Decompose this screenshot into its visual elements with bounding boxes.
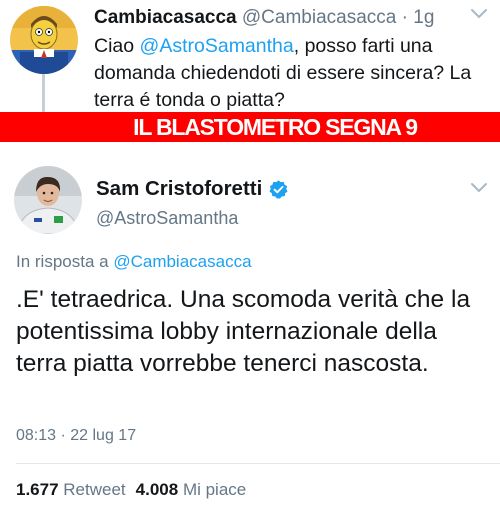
reply-to-mention-link[interactable]: @Cambiacasacca bbox=[113, 252, 251, 271]
reply-author-name[interactable]: Cambiacasacca bbox=[94, 7, 237, 28]
reply-tweet-text: Ciao @AstroSamantha, posso farti una dom… bbox=[94, 33, 489, 114]
chevron-down-icon[interactable] bbox=[468, 6, 490, 22]
blastometer-banner: IL BLASTOMETRO SEGNA 9 bbox=[0, 112, 500, 142]
verified-badge-icon bbox=[268, 179, 289, 200]
astronaut-avatar-icon[interactable] bbox=[14, 166, 82, 234]
banner-text: IL BLASTOMETRO SEGNA 9 bbox=[133, 114, 418, 140]
main-tweet-text: .E' tetraedrica. Una scomoda verità che … bbox=[16, 286, 471, 377]
tweet-stats: 1.677 Retweet 4.008 Mi piace bbox=[16, 478, 246, 502]
reply-to-label: In risposta a bbox=[16, 252, 114, 271]
likes-label: Mi piace bbox=[182, 480, 247, 499]
main-author-row: Sam Cristoforetti bbox=[96, 176, 289, 202]
cartoon-avatar-icon[interactable] bbox=[10, 6, 78, 74]
retweets-count: 1.677 bbox=[16, 480, 59, 499]
reply-author-handle[interactable]: @Cambiacasacca bbox=[242, 7, 396, 28]
in-reply-to: In risposta a @Cambiacasacca bbox=[16, 250, 252, 274]
reply-tweet-time: · 1g bbox=[401, 7, 435, 28]
retweets-stat[interactable]: 1.677 Retweet bbox=[16, 480, 126, 499]
reply-tweet-header: Cambiacasacca @Cambiacasacca · 1g bbox=[94, 6, 486, 30]
main-author-name[interactable]: Sam Cristoforetti bbox=[96, 176, 262, 202]
reply-text-start: Ciao bbox=[94, 35, 140, 57]
main-author-handle[interactable]: @AstroSamantha bbox=[96, 206, 238, 230]
chevron-down-icon[interactable] bbox=[468, 180, 490, 196]
retweets-label: Retweet bbox=[63, 480, 126, 499]
likes-stat[interactable]: 4.008 Mi piace bbox=[136, 480, 247, 499]
divider bbox=[16, 463, 500, 464]
likes-count: 4.008 bbox=[135, 480, 179, 499]
tweet-timestamp[interactable]: 08:13 · 22 lug 17 bbox=[16, 424, 136, 448]
thread-connector-line bbox=[42, 74, 45, 112]
mention-link[interactable]: @AstroSamantha bbox=[140, 35, 294, 57]
